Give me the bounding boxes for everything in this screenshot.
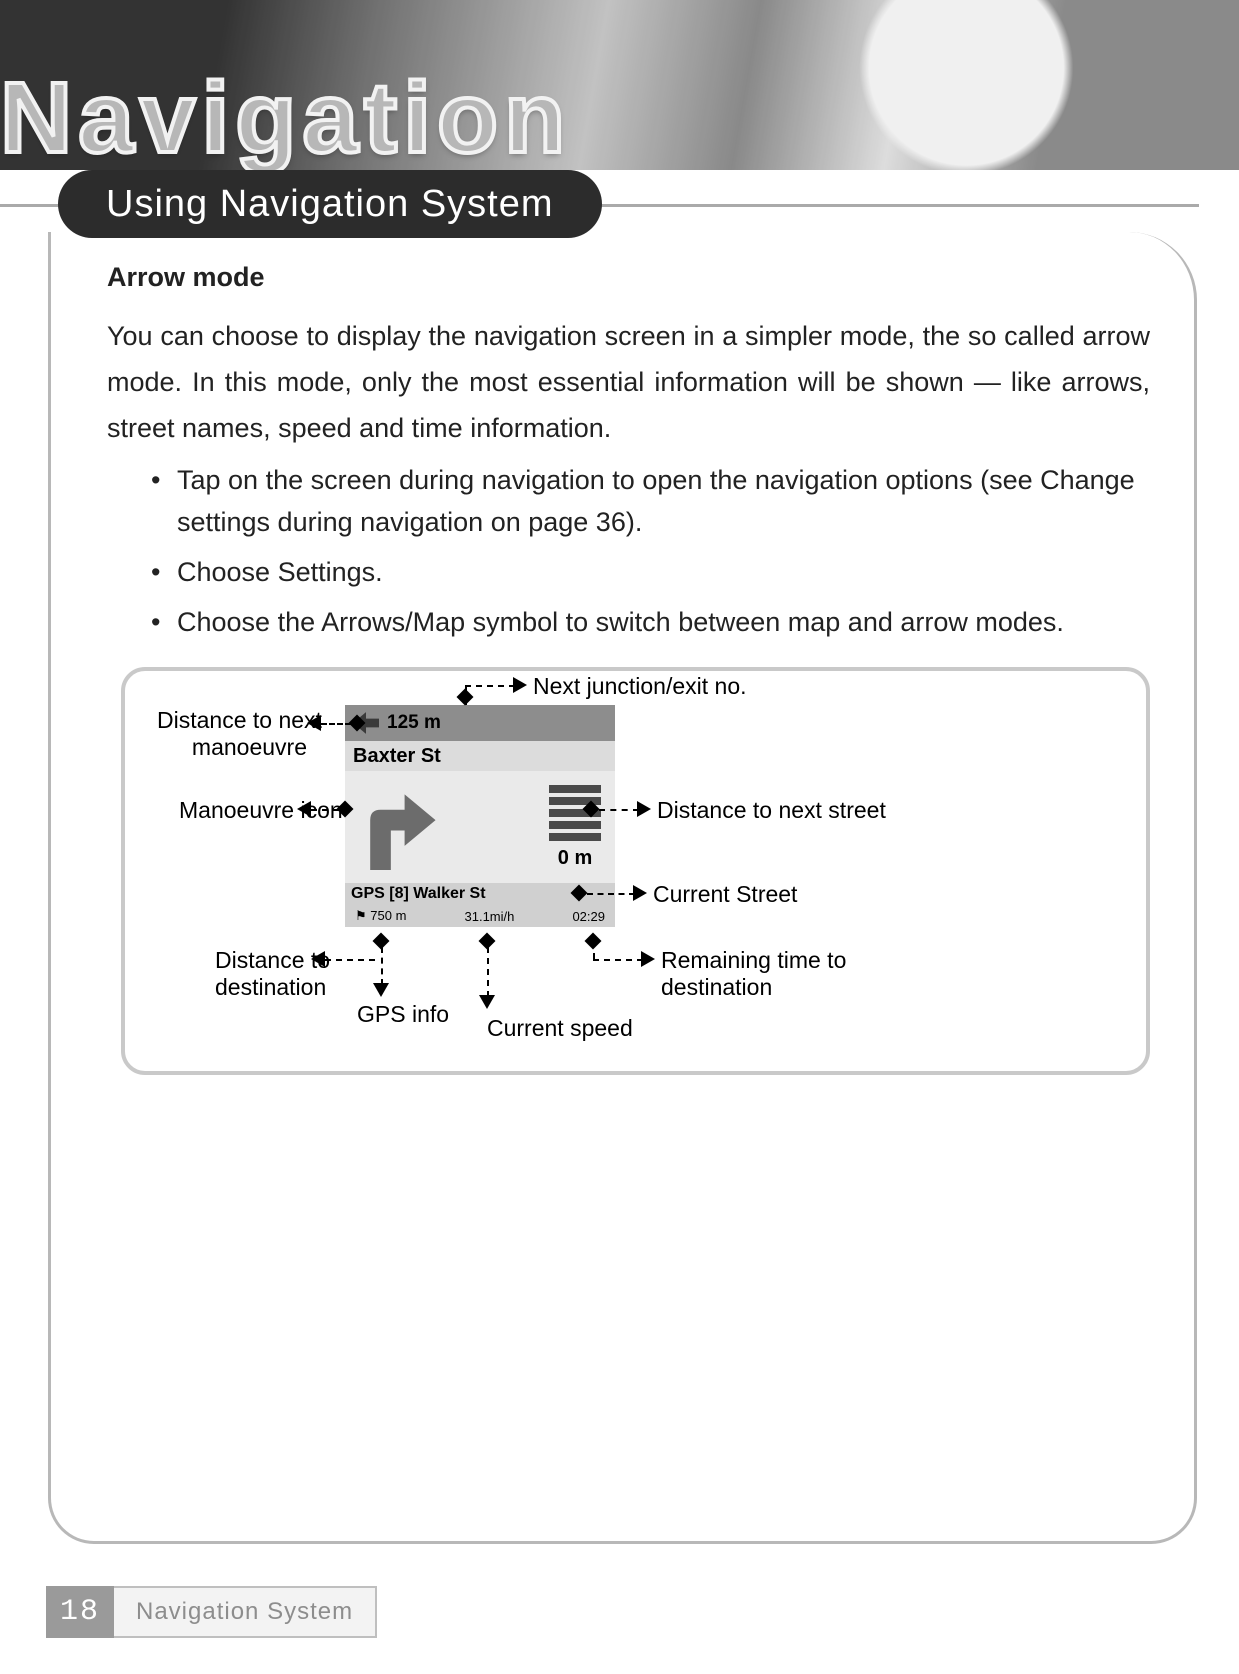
- current-street-text: GPS [8] Walker St: [351, 883, 486, 905]
- time-value: 02:29: [572, 909, 605, 924]
- instruction-list: Tap on the screen during navigation to o…: [107, 459, 1150, 643]
- callout-current-speed: Current speed: [487, 1015, 633, 1042]
- page-number: 18: [46, 1586, 114, 1638]
- section-header-row: Using Navigation System: [0, 170, 1239, 240]
- distance-to-manoeuvre: 125 m: [387, 712, 441, 734]
- callout-remaining-time: Remaining time to destination: [661, 947, 846, 1001]
- callout-next-junction: Next junction/exit no.: [533, 673, 747, 700]
- turn-right-icon: [353, 784, 439, 870]
- section-title: Using Navigation System: [58, 170, 602, 238]
- callout-dist-destination: Distance to destination: [215, 947, 311, 1001]
- page-footer: 18 Navigation System: [46, 1586, 377, 1638]
- callout-current-street: Current Street: [653, 881, 797, 908]
- device-top-bar: 125 m: [345, 705, 615, 741]
- callout-dist-manoeuvre: Distance to next manoeuvre: [157, 707, 307, 761]
- list-item: Choose Settings.: [151, 551, 1150, 593]
- distance-bars: 0 m: [549, 785, 601, 870]
- speed-value: 31.1mi/h: [465, 909, 515, 924]
- next-street-name: Baxter St: [345, 741, 615, 771]
- subsection-heading: Arrow mode: [107, 262, 1150, 293]
- device-middle: 0 m: [345, 771, 615, 883]
- callout-gps-info: GPS info: [357, 1001, 449, 1028]
- footer-label: Navigation System: [114, 1586, 377, 1638]
- distance-to-next-street: 0 m: [558, 847, 592, 870]
- status-row: ⚑ 750 m 31.1mi/h 02:29: [345, 905, 615, 927]
- page-banner: Navigation: [0, 0, 1239, 170]
- list-item: Tap on the screen during navigation to o…: [151, 459, 1150, 543]
- banner-word: Navigation: [0, 61, 571, 176]
- arrow-mode-figure: 125 m Baxter St 0 m GPS [8] Walker S: [121, 667, 1150, 1075]
- callout-dist-next-street: Distance to next street: [657, 797, 886, 824]
- list-item: Choose the Arrows/Map symbol to switch b…: [151, 601, 1150, 643]
- content-panel: Arrow mode You can choose to display the…: [48, 232, 1197, 1544]
- flag-icon: ⚑ 750 m: [355, 908, 406, 924]
- intro-paragraph: You can choose to display the navigation…: [107, 313, 1150, 451]
- callout-manoeuvre-icon: Manoeuvre icon: [179, 797, 343, 824]
